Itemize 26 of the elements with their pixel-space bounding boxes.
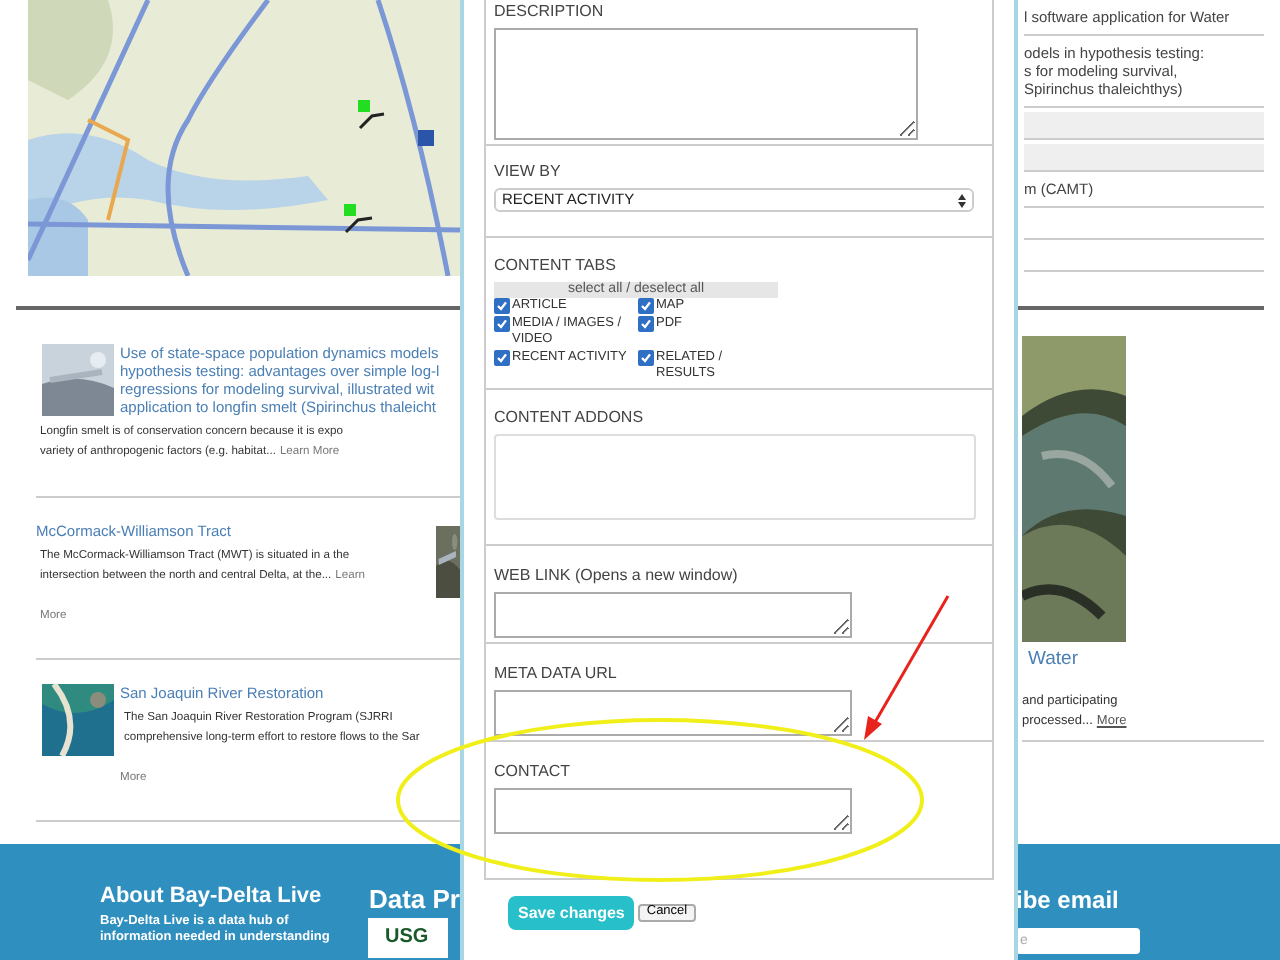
- footer-heading: ibe email: [1016, 888, 1121, 912]
- partner-logo: USG: [384, 928, 429, 948]
- footer-heading: About Bay-Delta Live: [100, 886, 324, 908]
- check-icon: [640, 352, 652, 364]
- text-field[interactable]: [494, 690, 852, 736]
- checkbox[interactable]: [638, 316, 654, 332]
- field-label: VIEW BY: [494, 164, 561, 180]
- checkbox[interactable]: [494, 350, 510, 366]
- field-label: DESCRIPTION: [494, 4, 604, 20]
- checkbox[interactable]: [494, 298, 510, 314]
- feature-title[interactable]: Water: [1022, 646, 1264, 676]
- text-field[interactable]: [494, 788, 852, 834]
- checkbox[interactable]: [494, 316, 510, 332]
- field-label: CONTACT: [494, 764, 571, 780]
- field-label: WEB LINK (Opens a new window): [494, 568, 738, 584]
- description-field[interactable]: [494, 28, 918, 140]
- addons-field[interactable]: [494, 434, 976, 520]
- check-icon: [496, 352, 508, 364]
- updown-icon: [958, 193, 966, 207]
- field-label: META DATA URL: [494, 666, 617, 682]
- field-label: CONTENT ADDONS: [494, 410, 644, 426]
- field-label: CONTENT TABS: [494, 258, 616, 274]
- checkbox[interactable]: [638, 298, 654, 314]
- text-field[interactable]: [494, 592, 852, 638]
- footer-heading: Data Pr: [368, 886, 460, 912]
- checkbox[interactable]: [638, 350, 654, 366]
